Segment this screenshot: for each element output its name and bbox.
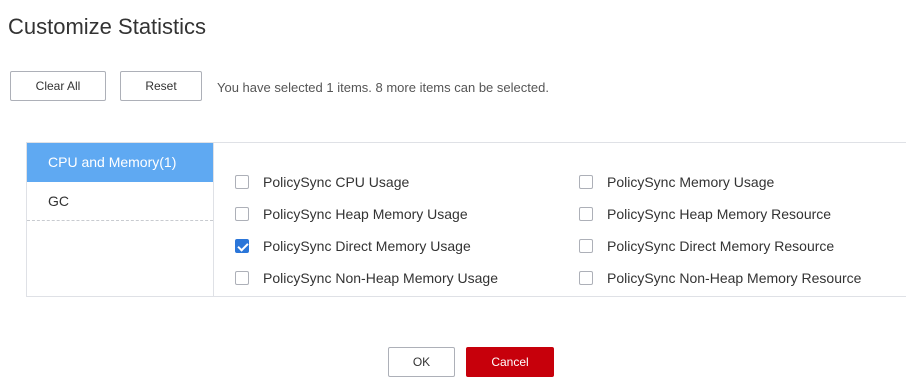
metric-label: PolicySync Memory Usage	[607, 174, 775, 190]
checkbox[interactable]	[235, 271, 249, 285]
metric-policysync-direct-memory-resource[interactable]: PolicySync Direct Memory Resource	[579, 230, 834, 262]
category-item-gc[interactable]: GC	[27, 182, 213, 221]
checkbox-checked[interactable]	[235, 239, 249, 253]
metric-policysync-cpu-usage[interactable]: PolicySync CPU Usage	[235, 166, 409, 198]
checkbox[interactable]	[579, 239, 593, 253]
category-list: CPU and Memory(1) GC	[27, 143, 214, 296]
category-item-cpu-and-memory[interactable]: CPU and Memory(1)	[27, 143, 213, 182]
metric-policysync-direct-memory-usage[interactable]: PolicySync Direct Memory Usage	[235, 230, 471, 262]
metric-policysync-non-heap-memory-resource[interactable]: PolicySync Non-Heap Memory Resource	[579, 262, 861, 294]
metric-label: PolicySync Non-Heap Memory Resource	[607, 270, 862, 286]
metric-label: PolicySync Non-Heap Memory Usage	[263, 270, 498, 286]
statistics-panel: CPU and Memory(1) GC PolicySync CPU Usag…	[26, 142, 906, 297]
checkbox[interactable]	[579, 207, 593, 221]
metric-label: PolicySync Heap Memory Resource	[607, 206, 832, 222]
metric-label: PolicySync Heap Memory Usage	[263, 206, 468, 222]
metric-label: PolicySync CPU Usage	[263, 174, 410, 190]
checkbox[interactable]	[235, 175, 249, 189]
metric-policysync-heap-memory-resource[interactable]: PolicySync Heap Memory Resource	[579, 198, 831, 230]
checkbox[interactable]	[235, 207, 249, 221]
metric-policysync-memory-usage[interactable]: PolicySync Memory Usage	[579, 166, 774, 198]
ok-button[interactable]: OK	[388, 347, 455, 377]
checkbox[interactable]	[579, 271, 593, 285]
checkbox[interactable]	[579, 175, 593, 189]
dialog-title: Customize Statistics	[8, 14, 207, 39]
metric-policysync-non-heap-memory-usage[interactable]: PolicySync Non-Heap Memory Usage	[235, 262, 498, 294]
selection-count-text: You have selected 1 items. 8 more items …	[217, 80, 549, 95]
metric-policysync-heap-memory-usage[interactable]: PolicySync Heap Memory Usage	[235, 198, 468, 230]
reset-button[interactable]: Reset	[120, 71, 202, 101]
metric-label: PolicySync Direct Memory Usage	[263, 238, 471, 254]
clear-all-button[interactable]: Clear All	[10, 71, 106, 101]
metric-label: PolicySync Direct Memory Resource	[607, 238, 835, 254]
cancel-button[interactable]: Cancel	[466, 347, 554, 377]
